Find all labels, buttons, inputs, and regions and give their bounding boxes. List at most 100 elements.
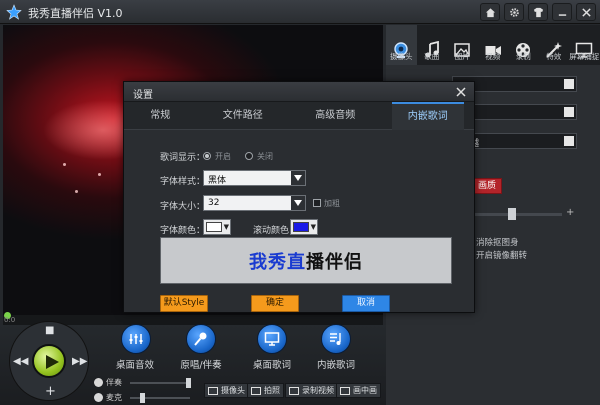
desktop-lyrics-button[interactable] <box>257 324 287 354</box>
beauty-slider-knob[interactable] <box>508 208 516 220</box>
play-button[interactable] <box>32 344 66 378</box>
font-size-label: 字体大小： <box>160 202 206 212</box>
default-style-button[interactable]: 默认Style <box>160 295 208 312</box>
button-label: 画中画 <box>353 386 377 395</box>
quality-button[interactable]: 画质 <box>472 178 502 194</box>
font-size-select[interactable]: 32 <box>203 195 306 211</box>
stop-icon[interactable]: ■ <box>45 325 54 336</box>
font-style-label: 字体样式： <box>160 177 206 187</box>
tool-tab-label: 图片 <box>454 52 470 61</box>
previous-icon[interactable]: ◀◀ <box>13 356 28 367</box>
tool-tab-1[interactable]: 摄像头 <box>386 25 417 65</box>
play-icon <box>46 355 59 369</box>
time-label: 0:0 <box>4 316 16 324</box>
speaker-icon <box>94 378 103 387</box>
tool-tab-4[interactable]: 视频 <box>478 25 509 65</box>
tool-tab-label: 特效 <box>546 52 562 61</box>
lyrics-icon <box>330 333 341 345</box>
vocal-accompaniment-button[interactable] <box>186 324 216 354</box>
lyrics-on-radio[interactable] <box>203 152 211 160</box>
next-icon[interactable]: ▶▶ <box>72 356 87 367</box>
add-icon[interactable]: + <box>45 384 56 399</box>
camera-toggle-button[interactable]: 摄像头 <box>204 383 249 398</box>
beauty-slider[interactable] <box>474 213 562 216</box>
app-title: 我秀直播伴侣 V1.0 <box>28 7 123 20</box>
lyrics-remaining-part: 播伴侣 <box>306 251 363 273</box>
embedded-lyrics-button[interactable] <box>321 324 351 354</box>
lyrics-on-label[interactable]: 开启 <box>215 151 231 162</box>
microphone-icon <box>94 393 103 402</box>
tool-tab-label: 录制 <box>515 52 531 61</box>
chevron-down-icon <box>564 136 574 146</box>
tool-tab-5[interactable]: 录制 <box>508 25 539 65</box>
equalizer-icon <box>129 334 143 344</box>
chevron-down-icon <box>564 107 574 117</box>
monitor-icon <box>264 332 280 346</box>
button-label: 摄像头 <box>221 386 245 395</box>
sparkle <box>75 190 78 193</box>
tool-tab-7[interactable]: 屏幕捕捉 <box>569 25 600 65</box>
font-color-swatch <box>206 222 222 232</box>
bold-checkbox[interactable] <box>313 199 321 207</box>
dialog-tab-4[interactable]: 内嵌歌词 <box>391 102 464 130</box>
dialog-title-bar: 设置 <box>124 82 474 102</box>
dialog-tab-1[interactable]: 常规 <box>134 102 186 130</box>
shirt-icon <box>533 7 543 17</box>
chevron-down-icon <box>291 171 305 185</box>
home-button[interactable] <box>480 3 500 21</box>
settings-button[interactable] <box>504 3 524 21</box>
close-button[interactable] <box>576 3 596 21</box>
font-style-value: 黑体 <box>208 176 227 186</box>
main-window: 我秀直播伴侣 V1.0 0:0 摄像头歌曲图片视频录制特效屏幕捕捉 越 画质 <box>0 0 600 405</box>
skin-button[interactable] <box>528 3 548 21</box>
font-color-picker[interactable]: ▼ <box>203 219 231 235</box>
tool-tab-6[interactable]: 特效 <box>539 25 570 65</box>
tool-tab-label: 摄像头 <box>390 52 413 61</box>
minimize-button[interactable] <box>552 3 572 21</box>
volume-knob[interactable] <box>186 377 191 388</box>
plus-icon[interactable]: + <box>566 207 574 218</box>
function-label: 内嵌歌词 <box>316 360 355 371</box>
volume-label: 麦克 <box>106 393 122 402</box>
tool-tab-label: 视频 <box>485 52 501 61</box>
mirror-option[interactable]: 开启镜像翻转 <box>476 249 527 261</box>
button-label: 录制视频 <box>302 386 334 395</box>
mic-volume-slider[interactable] <box>130 392 190 403</box>
sparkle <box>63 163 66 166</box>
lyrics-preview-text: 我秀直播伴侣 <box>249 248 363 274</box>
font-style-select[interactable]: 黑体 <box>203 170 306 186</box>
function-label: 原唱/伴奏 <box>180 360 222 371</box>
ok-button[interactable]: 确定 <box>251 295 299 312</box>
microphone-icon <box>194 332 207 346</box>
title-bar: 我秀直播伴侣 V1.0 <box>0 0 600 24</box>
pip-icon <box>340 386 350 395</box>
volume-knob[interactable] <box>140 392 145 403</box>
tool-tab-3[interactable]: 图片 <box>447 25 478 65</box>
snapshot-button[interactable]: 拍照 <box>247 383 284 398</box>
dialog-tab-2[interactable]: 文件路径 <box>207 102 279 130</box>
desktop-audio-button[interactable] <box>121 324 151 354</box>
function-label: 桌面歌词 <box>252 360 291 371</box>
tool-tab-2[interactable]: 歌曲 <box>417 25 448 65</box>
gear-icon <box>509 7 519 17</box>
remove-background-option[interactable]: 消除抠图身 <box>476 236 519 248</box>
picture-in-picture-button[interactable]: 画中画 <box>336 383 381 398</box>
tool-tab-label: 屏幕捕捉 <box>569 52 600 61</box>
record-video-button[interactable]: 录制视频 <box>285 383 338 398</box>
camera-icon <box>251 386 261 395</box>
lyrics-display-label: 歌词显示： <box>160 153 206 163</box>
close-icon[interactable] <box>454 85 468 99</box>
chevron-down-icon <box>291 196 305 210</box>
chevron-down-icon <box>564 79 574 89</box>
lyrics-off-radio[interactable] <box>245 152 253 160</box>
cancel-button[interactable]: 取消 <box>342 295 390 312</box>
close-icon <box>581 7 591 17</box>
bold-label[interactable]: 加粗 <box>324 198 340 209</box>
lyrics-sung-part: 我秀直 <box>249 251 306 273</box>
font-color-label: 字体颜色： <box>160 226 206 236</box>
lyrics-off-label[interactable]: 关闭 <box>257 151 273 162</box>
dialog-title: 设置 <box>133 90 153 101</box>
accompaniment-volume-slider[interactable] <box>130 377 191 388</box>
dialog-tab-3[interactable]: 高级音频 <box>299 102 371 130</box>
scroll-color-picker[interactable]: ▼ <box>290 219 318 235</box>
